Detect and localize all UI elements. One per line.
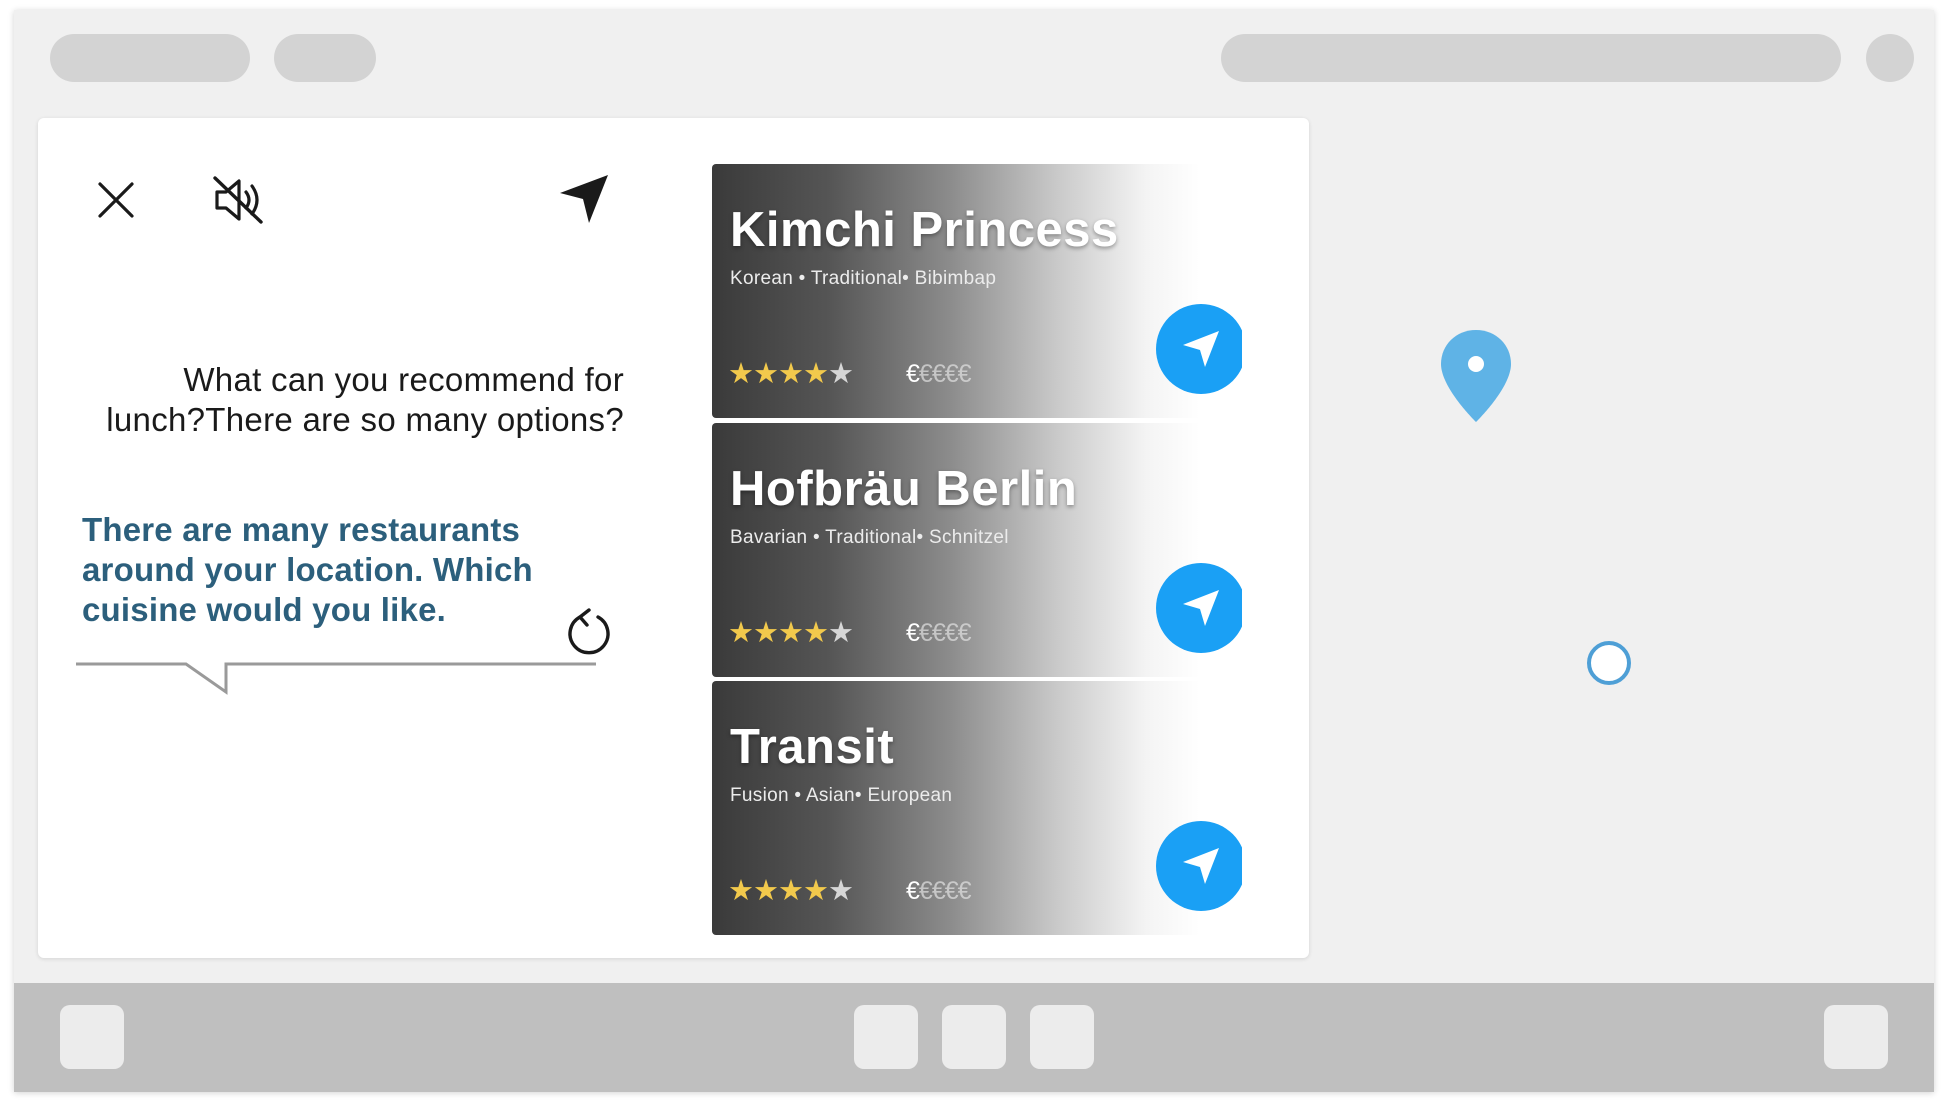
euro-icon: €: [931, 360, 946, 388]
bottom-placeholder-button-4[interactable]: [1030, 1005, 1094, 1069]
restaurant-card[interactable]: Hofbräu Berlin Bavarian • Traditional• S…: [712, 423, 1242, 677]
euro-icon: €: [918, 619, 933, 647]
euro-icon: €: [906, 360, 920, 388]
bottom-placeholder-button-5[interactable]: [1824, 1005, 1888, 1069]
price-level: €€€€€: [906, 360, 972, 389]
navigation-arrow-icon: [560, 175, 608, 223]
navigate-button[interactable]: [552, 168, 616, 230]
close-button[interactable]: [86, 170, 146, 230]
euro-icon: €: [931, 619, 946, 647]
assistant-message: There are many restaurants around your l…: [82, 511, 533, 628]
top-placeholder-button-2[interactable]: [274, 34, 376, 82]
restaurant-tags: Fusion • Asian• European: [730, 785, 953, 806]
price-level: €€€€€: [906, 877, 972, 906]
navigation-arrow-icon: [1183, 590, 1219, 626]
restaurant-name: Kimchi Princess: [730, 203, 1119, 257]
restaurant-card[interactable]: Transit Fusion • Asian• European ★★★★★ €…: [712, 681, 1242, 935]
euro-icon: €: [918, 877, 933, 905]
rating-stars: ★★★★★: [728, 356, 854, 390]
bottom-placeholder-button-1[interactable]: [60, 1005, 124, 1069]
navigation-arrow-icon: [1183, 848, 1219, 884]
euro-icon: €: [944, 360, 959, 388]
star-icon: ★: [778, 615, 804, 649]
navigation-arrow-icon: [1183, 331, 1219, 367]
star-icon: ★: [803, 873, 829, 907]
bottom-placeholder-button-3[interactable]: [942, 1005, 1006, 1069]
euro-icon: €: [944, 619, 959, 647]
star-icon: ★: [778, 873, 804, 907]
search-bar-placeholder[interactable]: [1221, 34, 1841, 82]
star-icon: ★: [828, 356, 854, 390]
star-icon: ★: [778, 356, 804, 390]
mute-button[interactable]: [206, 170, 270, 230]
euro-icon: €: [906, 877, 920, 905]
refresh-button[interactable]: [562, 604, 616, 660]
euro-icon: €: [944, 877, 959, 905]
map-pin-icon[interactable]: [1438, 328, 1514, 424]
star-icon: ★: [728, 615, 754, 649]
restaurant-tags: Korean • Traditional• Bibimbap: [730, 268, 997, 289]
app-frame: What can you recommend for lunch?There a…: [14, 10, 1934, 1092]
star-icon: ★: [828, 873, 854, 907]
assistant-panel: What can you recommend for lunch?There a…: [38, 118, 1309, 958]
star-icon: ★: [803, 615, 829, 649]
restaurant-name: Hofbräu Berlin: [730, 462, 1078, 516]
star-icon: ★: [828, 615, 854, 649]
profile-placeholder-button[interactable]: [1866, 34, 1914, 82]
current-location-icon[interactable]: [1584, 638, 1634, 688]
volume-mute-icon: [213, 176, 263, 224]
euro-icon: €: [957, 877, 972, 905]
bottom-bar: [14, 983, 1934, 1092]
euro-icon: €: [957, 619, 972, 647]
speech-bubble-tail: [76, 662, 596, 695]
price-level: €€€€€: [906, 619, 972, 648]
bottom-placeholder-button-2[interactable]: [854, 1005, 918, 1069]
rating-stars: ★★★★★: [728, 615, 854, 649]
star-icon: ★: [803, 356, 829, 390]
star-icon: ★: [753, 356, 779, 390]
restaurant-card[interactable]: Kimchi Princess Korean • Traditional• Bi…: [712, 164, 1242, 418]
euro-icon: €: [918, 360, 933, 388]
star-icon: ★: [753, 873, 779, 907]
euro-icon: €: [931, 877, 946, 905]
navigate-to-restaurant-button[interactable]: [1156, 563, 1242, 653]
euro-icon: €: [957, 360, 972, 388]
restaurant-tags: Bavarian • Traditional• Schnitzel: [730, 527, 1009, 548]
rating-stars: ★★★★★: [728, 873, 854, 907]
refresh-icon: [568, 608, 610, 655]
close-icon: [98, 182, 134, 218]
star-icon: ★: [753, 615, 779, 649]
navigate-to-restaurant-button[interactable]: [1156, 821, 1242, 911]
euro-icon: €: [906, 619, 920, 647]
navigate-to-restaurant-button[interactable]: [1156, 304, 1242, 394]
top-placeholder-button-1[interactable]: [50, 34, 250, 82]
restaurant-name: Transit: [730, 720, 895, 774]
user-message: What can you recommend for lunch?There a…: [106, 361, 624, 438]
star-icon: ★: [728, 356, 754, 390]
star-icon: ★: [728, 873, 754, 907]
